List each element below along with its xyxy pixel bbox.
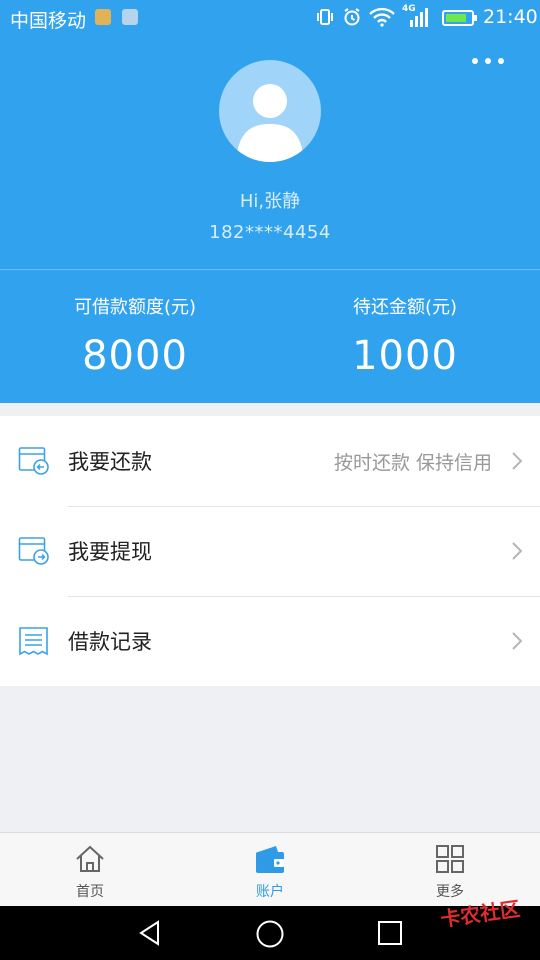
image-icon	[122, 9, 138, 25]
status-bar: 中国移动 4G 21:40	[0, 0, 540, 36]
amount-due-stat: 待还金额(元) 1000	[270, 293, 540, 379]
status-icons: 4G	[315, 4, 428, 28]
avatar[interactable]	[219, 60, 321, 162]
menu-item-repay[interactable]: 我要还款 按时还款 保持信用	[0, 416, 540, 506]
chevron-right-icon	[512, 452, 522, 470]
user-silhouette-icon	[236, 84, 304, 162]
header-divider	[0, 269, 540, 270]
chevron-right-icon	[512, 632, 522, 650]
tab-account[interactable]: 账户	[180, 833, 360, 907]
home-icon	[76, 845, 104, 872]
recents-icon[interactable]	[376, 919, 404, 947]
menu-hint-repay: 按时还款 保持信用	[333, 451, 492, 474]
wifi-icon	[369, 7, 395, 27]
credit-limit-value: 8000	[82, 333, 188, 379]
tab-label-account: 账户	[256, 884, 284, 900]
signal-icon: 4G	[402, 4, 428, 28]
withdraw-card-icon	[18, 537, 49, 565]
credit-limit-stat: 可借款额度(元) 8000	[0, 293, 270, 379]
menu-item-loan-records[interactable]: 借款记录	[0, 596, 540, 686]
amount-due-value: 1000	[352, 333, 458, 379]
back-icon[interactable]	[136, 919, 164, 947]
wallet-icon	[256, 846, 284, 873]
tab-label-home: 首页	[76, 884, 104, 900]
grid-icon	[436, 845, 464, 873]
vibrate-icon	[317, 9, 333, 25]
account-menu: 我要还款 按时还款 保持信用 我要提现 借款记录	[0, 416, 540, 686]
clock: 21:40	[483, 6, 538, 28]
bottom-tab-bar: 首页 账户 更多	[0, 832, 540, 906]
amount-due-label: 待还金额(元)	[352, 297, 458, 318]
alarm-icon	[344, 8, 360, 26]
battery-charging-icon	[442, 10, 477, 26]
repay-card-icon	[18, 447, 49, 475]
menu-label-loan-records: 借款记录	[68, 630, 152, 654]
chevron-right-icon	[512, 542, 522, 560]
account-header: Hi,张静 182****4454 可借款额度(元) 8000 待还金额(元) …	[0, 36, 540, 403]
more-options-icon[interactable]	[472, 58, 504, 64]
menu-label-withdraw: 我要提现	[68, 540, 152, 564]
menu-label-repay: 我要还款	[68, 450, 152, 474]
receipt-icon	[19, 627, 48, 656]
lock-icon	[95, 9, 111, 25]
user-phone: 182****4454	[209, 222, 331, 243]
user-greeting: Hi,张静	[239, 191, 301, 212]
carrier-name: 中国移动	[10, 10, 87, 32]
menu-item-withdraw[interactable]: 我要提现	[0, 506, 540, 596]
tab-home[interactable]: 首页	[0, 833, 180, 907]
credit-limit-label: 可借款额度(元)	[73, 297, 197, 318]
home-circle-icon[interactable]	[255, 919, 285, 949]
